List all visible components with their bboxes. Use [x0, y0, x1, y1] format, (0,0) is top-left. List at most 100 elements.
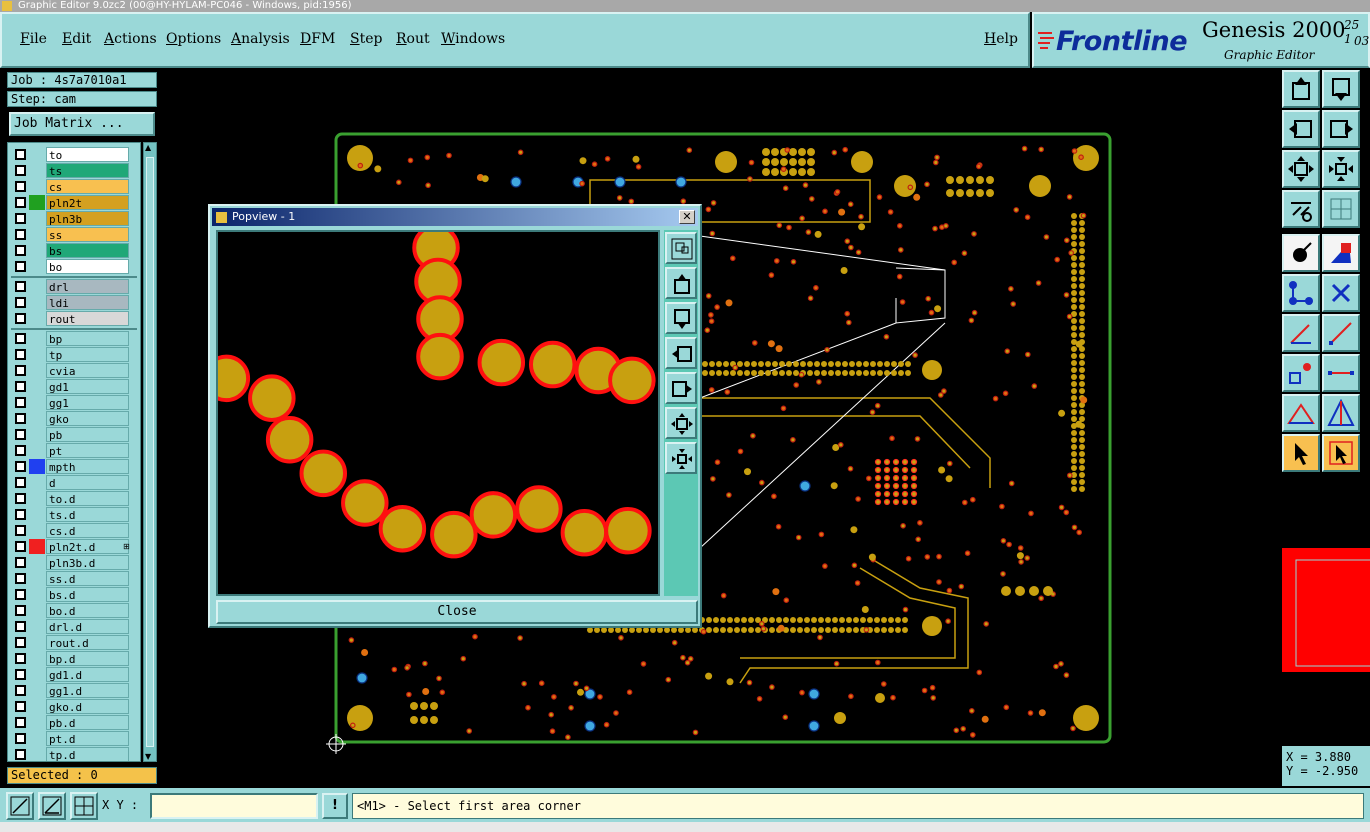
layer-checkbox[interactable]: [15, 229, 26, 240]
layer-checkbox[interactable]: [15, 525, 26, 536]
layer-checkbox[interactable]: [15, 717, 26, 728]
popview-pan-down-button[interactable]: [665, 302, 697, 334]
popview-zoom-in-button[interactable]: [665, 407, 697, 439]
layer-name[interactable]: pt.d: [46, 731, 129, 746]
execute-button[interactable]: !: [322, 793, 348, 819]
layer-checkbox[interactable]: [15, 493, 26, 504]
layer-checkbox[interactable]: [15, 445, 26, 456]
layer-checkbox[interactable]: [15, 509, 26, 520]
scroll-down-icon[interactable]: ▼: [145, 752, 151, 761]
layer-checkbox[interactable]: [15, 313, 26, 324]
scrollbar-thumb[interactable]: [146, 157, 154, 747]
pan-down-tool[interactable]: [1322, 70, 1360, 108]
layer-name[interactable]: d: [46, 475, 129, 490]
pointer-select-tool[interactable]: [1322, 434, 1360, 472]
layer-row[interactable]: cvia: [11, 363, 137, 378]
layer-row[interactable]: pb.d: [11, 715, 137, 730]
layer-row[interactable]: pln2t: [11, 195, 137, 210]
line-horizontal-tool[interactable]: [1322, 354, 1360, 392]
layer-color-swatch[interactable]: [29, 539, 45, 554]
layer-checkbox[interactable]: [15, 461, 26, 472]
menu-options[interactable]: Options: [166, 31, 221, 47]
layer-row[interactable]: ldi: [11, 295, 137, 310]
layer-row[interactable]: pln3b.d: [11, 555, 137, 570]
pan-left-tool[interactable]: [1282, 110, 1320, 148]
layer-name[interactable]: ldi: [46, 295, 129, 310]
menu-file[interactable]: File: [20, 31, 47, 47]
layer-list-scrollbar[interactable]: ▲ ▼: [143, 142, 157, 762]
menu-windows[interactable]: Windows: [441, 31, 505, 47]
layer-checkbox[interactable]: [15, 365, 26, 376]
layer-row[interactable]: tp: [11, 347, 137, 362]
layer-checkbox[interactable]: [15, 701, 26, 712]
layer-checkbox[interactable]: [15, 381, 26, 392]
overview-minimap[interactable]: [1282, 478, 1370, 746]
menu-actions[interactable]: Actions: [104, 31, 157, 47]
layer-row[interactable]: to: [11, 147, 137, 162]
layer-name[interactable]: to: [46, 147, 129, 162]
menu-rout[interactable]: Rout: [396, 31, 430, 47]
layer-name[interactable]: gd1.d: [46, 667, 129, 682]
layer-name[interactable]: tp: [46, 347, 129, 362]
layer-row[interactable]: bs: [11, 243, 137, 258]
measure-tool[interactable]: [1282, 190, 1320, 228]
grid-snap-button[interactable]: [70, 792, 98, 820]
layer-name[interactable]: ss: [46, 227, 129, 242]
layer-row[interactable]: drl: [11, 279, 137, 294]
layer-checkbox[interactable]: [15, 605, 26, 616]
layer-name[interactable]: cs.d: [46, 523, 129, 538]
layer-checkbox[interactable]: [15, 685, 26, 696]
layer-row[interactable]: drl.d: [11, 619, 137, 634]
snap-tool[interactable]: [1282, 234, 1320, 272]
layer-checkbox[interactable]: [15, 165, 26, 176]
polygon-tool[interactable]: [1322, 394, 1360, 432]
layer-row[interactable]: ss.d: [11, 571, 137, 586]
layer-checkbox[interactable]: [15, 589, 26, 600]
menu-analysis[interactable]: Analysis: [231, 31, 290, 47]
layer-row[interactable]: pt.d: [11, 731, 137, 746]
layer-checkbox[interactable]: [15, 621, 26, 632]
layer-name[interactable]: drl: [46, 279, 129, 294]
layer-checkbox[interactable]: [15, 333, 26, 344]
layer-name[interactable]: ss.d: [46, 571, 129, 586]
layer-name[interactable]: ts: [46, 163, 129, 178]
layer-row[interactable]: bs.d: [11, 587, 137, 602]
pan-right-tool[interactable]: [1322, 110, 1360, 148]
pan-up-tool[interactable]: [1282, 70, 1320, 108]
layer-row[interactable]: gko.d: [11, 699, 137, 714]
layer-checkbox[interactable]: [15, 397, 26, 408]
popview-pan-left-button[interactable]: [665, 337, 697, 369]
zoom-in-tool[interactable]: [1282, 150, 1320, 188]
layer-row[interactable]: bp.d: [11, 651, 137, 666]
layer-row[interactable]: gd1.d: [11, 667, 137, 682]
layer-name[interactable]: pln3b.d: [46, 555, 129, 570]
grid-tool[interactable]: [1322, 190, 1360, 228]
layer-row[interactable]: rout.d: [11, 635, 137, 650]
layer-name[interactable]: gko.d: [46, 699, 129, 714]
layer-name[interactable]: rout.d: [46, 635, 129, 650]
layer-checkbox[interactable]: [15, 733, 26, 744]
popview-zoom-fit-button[interactable]: [665, 232, 697, 264]
layer-row[interactable]: mpth: [11, 459, 137, 474]
layer-name[interactable]: cvia: [46, 363, 129, 378]
layer-row[interactable]: pln2t.d ⊞: [11, 539, 137, 554]
layer-color-swatch[interactable]: [29, 195, 45, 210]
layer-row[interactable]: gd1: [11, 379, 137, 394]
popview-pan-right-button[interactable]: [665, 372, 697, 404]
layer-name[interactable]: gd1: [46, 379, 129, 394]
layer-name[interactable]: pln3b: [46, 211, 129, 226]
layer-row[interactable]: gg1: [11, 395, 137, 410]
layer-row[interactable]: rout: [11, 311, 137, 326]
layer-checkbox[interactable]: [15, 181, 26, 192]
layer-checkbox[interactable]: [15, 669, 26, 680]
layer-row[interactable]: to.d: [11, 491, 137, 506]
layer-row[interactable]: bp: [11, 331, 137, 346]
layer-name[interactable]: pb: [46, 427, 129, 442]
layer-row[interactable]: pln3b: [11, 211, 137, 226]
job-matrix-button[interactable]: Job Matrix ...: [9, 112, 155, 136]
layer-name[interactable]: cs: [46, 179, 129, 194]
layer-row[interactable]: pt: [11, 443, 137, 458]
layer-name[interactable]: rout: [46, 311, 129, 326]
layer-checkbox[interactable]: [15, 749, 26, 760]
layer-name[interactable]: ts.d: [46, 507, 129, 522]
